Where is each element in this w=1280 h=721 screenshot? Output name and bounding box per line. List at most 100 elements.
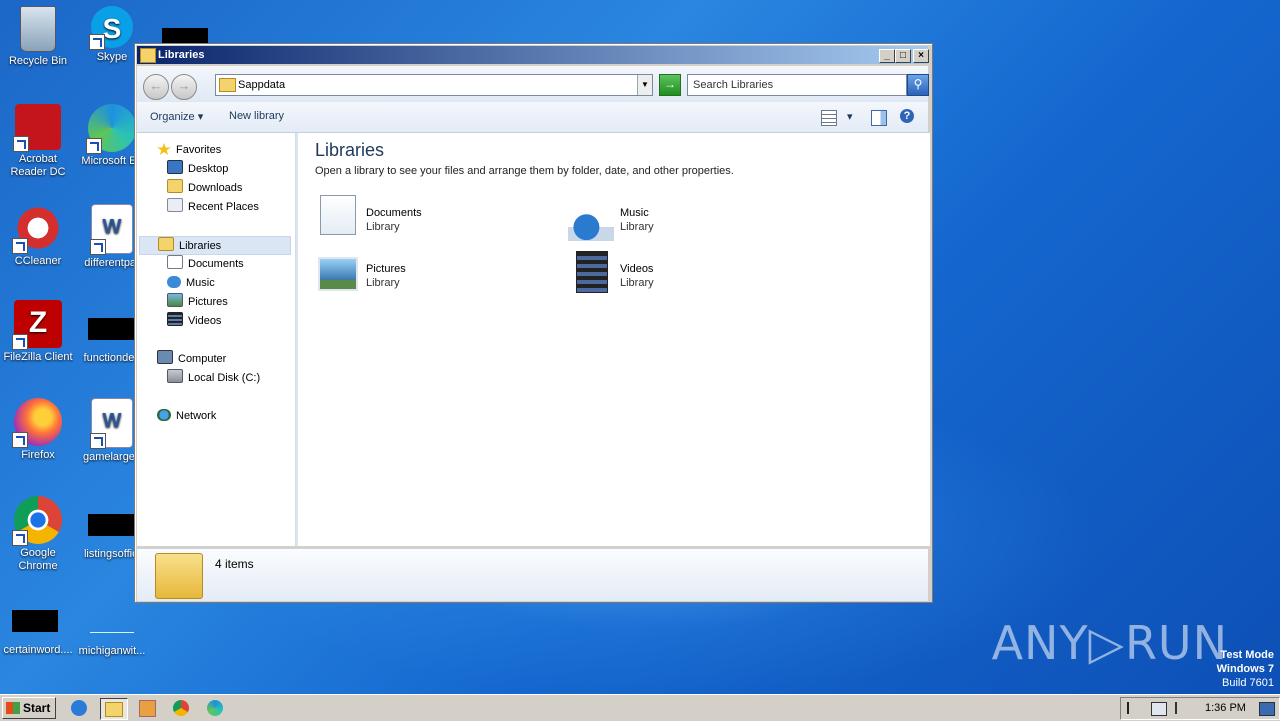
folder-icon [105,702,123,717]
clock[interactable]: 1:36 PM [1205,702,1246,714]
desktop-icon-ccleaner[interactable]: CCleaner [0,204,76,268]
new-library-button[interactable]: New library [229,110,284,122]
start-label: Start [23,701,51,715]
desktop-icon-firefox[interactable]: Firefox [0,398,76,462]
nav-favorites[interactable]: Favorites [157,141,221,159]
media-player-icon [138,700,156,717]
recycle-bin-icon [20,6,56,52]
network-icon [157,409,171,421]
address-dropdown-button[interactable]: ▼ [637,75,652,95]
nav-label: Libraries [179,240,222,252]
library-pictures[interactable]: Pictures Library [314,251,514,297]
nav-label: Videos [188,315,222,327]
nav-downloads[interactable]: Downloads [167,179,242,197]
content-title: Libraries [315,140,385,160]
nav-desktop[interactable]: Desktop [167,160,228,178]
library-documents[interactable]: Documents Library [314,195,514,241]
computer-icon [157,350,173,364]
redacted-icon [88,514,134,536]
redacted-block [162,28,208,44]
address-field[interactable]: Sappdata ▼ [215,74,653,96]
nav-recent-places[interactable]: Recent Places [167,198,259,216]
desktop-icon-label: Acrobat Reader DC [10,153,66,178]
desktop-icon-michiganwit[interactable]: michiganwit... [74,610,150,658]
desktop-icon [167,160,183,174]
media-player-taskbar-icon[interactable] [136,698,158,718]
videos-library-icon [576,251,608,293]
nav-libraries[interactable]: Libraries [139,236,291,255]
nav-videos[interactable]: Videos [167,312,221,330]
test-mode-line: Test Mode [1220,649,1274,661]
downloads-folder-icon [167,179,183,193]
desktop-icon-label: Recycle Bin [8,55,68,67]
recent-places-icon [167,198,183,212]
nav-computer[interactable]: Computer [157,350,226,368]
search-input[interactable]: Search Libraries [687,74,907,96]
library-folder-icon [140,48,156,63]
libraries-icon [158,237,174,251]
maximize-button[interactable]: □ [895,49,911,63]
back-button[interactable]: ← [143,74,169,100]
redacted-icon [12,610,58,632]
nav-network[interactable]: Network [157,407,216,425]
nav-label: Desktop [188,163,229,175]
network-tray-icon[interactable] [1151,702,1167,716]
music-icon [167,276,181,288]
test-mode-notice: Test Mode Windows 7 Build 7601 [1217,648,1274,690]
item-count: 4 items [215,557,254,571]
help-icon[interactable]: ? [900,109,914,123]
desktop-icon-filezilla[interactable]: Z FileZilla Client [0,300,76,364]
show-desktop-icon[interactable] [1259,702,1275,716]
skype-icon: S [89,6,133,50]
nav-documents[interactable]: Documents [167,255,244,273]
nav-local-disk[interactable]: Local Disk (C:) [167,369,260,387]
nav-pictures[interactable]: Pictures [167,293,228,311]
desktop-icon-chrome[interactable]: Google Chrome [0,496,76,573]
ie-taskbar-icon[interactable] [68,698,90,718]
desktop-icon-certainword[interactable]: certainword.... [0,610,76,657]
forward-button[interactable]: → [171,74,197,100]
content-pane: Libraries Open a library to see your fil… [298,133,930,546]
library-name: Pictures [366,263,406,275]
desktop-icon-recycle-bin[interactable]: Recycle Bin [0,6,76,68]
blank-file-icon [90,610,134,633]
desktop-icon-label: CCleaner [14,255,62,267]
desktop-icon-acrobat[interactable]: Acrobat Reader DC [0,104,76,179]
system-tray: 1:36 PM [1120,697,1280,720]
nav-label: Music [186,277,215,289]
edge-taskbar-icon[interactable] [204,698,226,718]
library-type: Library [620,221,654,233]
view-dropdown-icon[interactable]: ▾ [847,110,853,123]
desktop-icon-label: certainword.... [3,644,73,656]
library-videos[interactable]: Videos Library [568,251,768,297]
explorer-window[interactable]: Libraries _ □ × ← → Sappdata ▼ → Search … [134,43,933,603]
nav-music[interactable]: Music [167,274,215,292]
navigation-pane: Favorites Desktop Downloads Recent Place… [137,133,299,546]
go-button[interactable]: → [659,74,681,96]
disk-drive-icon [167,369,183,383]
window-title: Libraries [158,49,205,61]
title-bar[interactable]: Libraries _ □ × [137,46,929,64]
volume-icon[interactable] [1127,702,1143,714]
search-icon[interactable]: ⚲ [907,74,929,96]
folder-icon [219,78,236,92]
libraries-large-icon [155,553,203,599]
chrome-taskbar-icon[interactable] [170,698,192,718]
minimize-button[interactable]: _ [879,49,895,63]
library-type: Library [366,221,400,233]
explorer-taskbar-icon[interactable] [100,698,128,720]
preview-pane-icon[interactable] [871,110,887,126]
change-view-icon[interactable] [821,110,837,126]
filezilla-icon: Z [12,300,62,350]
desktop-icon-label: Google Chrome [18,547,58,572]
documents-icon [167,255,183,269]
chrome-icon [173,700,189,716]
flag-icon[interactable] [1175,702,1191,714]
nav-label: Documents [188,258,244,270]
library-music[interactable]: Music Library [568,195,768,241]
start-button[interactable]: Start [2,697,56,719]
ccleaner-icon [12,204,62,254]
close-button[interactable]: × [913,49,929,63]
ie-icon [71,700,87,716]
organize-button[interactable]: Organize ▾ [150,110,203,123]
